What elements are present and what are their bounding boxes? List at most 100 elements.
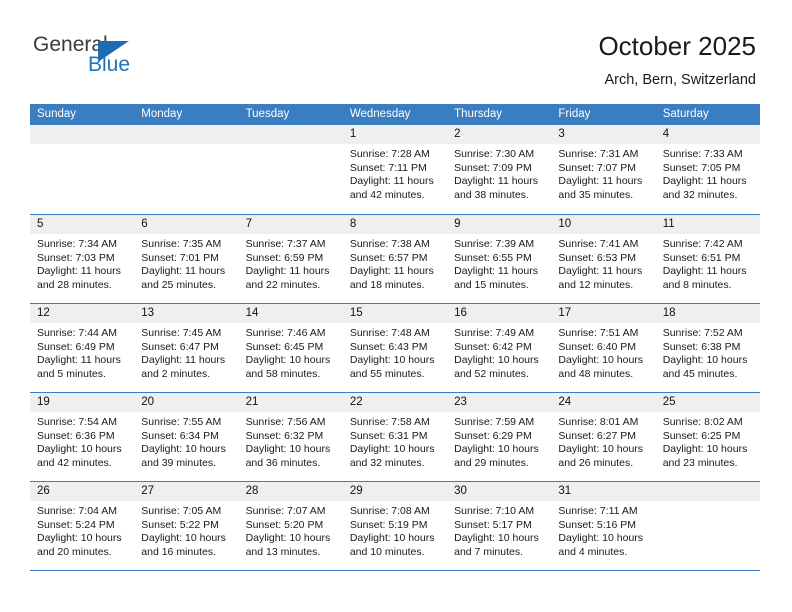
day-cell[interactable]: 17 Sunrise: 7:51 AM Sunset: 6:40 PM Dayligh… xyxy=(551,304,656,392)
day-cell[interactable]: 22 Sunrise: 7:58 AM Sunset: 6:31 PM Dayligh… xyxy=(342,393,448,481)
day-details: Sunrise: 7:33 AM Sunset: 7:05 PM Daylight:… xyxy=(656,144,760,202)
day-details: Sunrise: 7:46 AM Sunset: 6:45 PM Daylight:… xyxy=(239,323,343,381)
day-details: Sunrise: 7:54 AM Sunset: 6:36 PM Daylight:… xyxy=(30,412,134,470)
day-number: 27 xyxy=(134,482,239,501)
day-cell[interactable]: 16 Sunrise: 7:49 AM Sunset: 6:42 PM Dayligh… xyxy=(447,304,552,392)
day-number: 16 xyxy=(447,304,552,323)
day-cell[interactable]: 8 Sunrise: 7:38 AM Sunset: 6:57 PM Daylight… xyxy=(342,215,448,303)
sunrise-time: Sunrise: 7:49 AM xyxy=(454,327,535,339)
sunrise-time: Sunrise: 7:42 AM xyxy=(662,238,743,250)
sunset-time: Sunset: 5:19 PM xyxy=(349,518,428,531)
daylight-duration-line1: Daylight: 11 hours xyxy=(662,175,747,188)
day-cell[interactable]: 24 Sunrise: 8:01 AM Sunset: 6:27 PM Dayligh… xyxy=(551,393,656,481)
day-cell[interactable]: 1 Sunrise: 7:28 AM Sunset: 7:11 PM Daylight… xyxy=(342,125,448,214)
day-cell[interactable]: 26 Sunrise: 7:04 AM Sunset: 5:24 PM Dayligh… xyxy=(30,482,135,570)
daylight-duration-line1: Daylight: 10 hours xyxy=(141,443,226,456)
page-header: General Blue October 2025 Arch, Bern, Sw… xyxy=(0,0,792,100)
sunrise-time: Sunrise: 7:38 AM xyxy=(349,238,430,250)
day-details: Sunrise: 7:11 AM Sunset: 5:16 PM Daylight:… xyxy=(551,501,655,559)
sunrise-time: Sunrise: 7:08 AM xyxy=(349,505,430,517)
sunset-time: Sunset: 7:05 PM xyxy=(662,161,741,174)
sunset-time: Sunset: 7:01 PM xyxy=(141,251,219,264)
sunset-time: Sunset: 5:20 PM xyxy=(245,518,324,531)
day-cell[interactable]: 9 Sunrise: 7:39 AM Sunset: 6:55 PM Daylight… xyxy=(447,215,552,303)
daylight-duration-line1: Daylight: 11 hours xyxy=(558,175,643,188)
daylight-duration-line1: Daylight: 11 hours xyxy=(454,175,538,188)
day-number: 9 xyxy=(447,215,552,234)
sunrise-time: Sunrise: 7:59 AM xyxy=(454,416,535,428)
day-cell[interactable]: 10 Sunrise: 7:41 AM Sunset: 6:53 PM Dayligh… xyxy=(551,215,656,303)
day-number: 6 xyxy=(134,215,239,234)
day-cell[interactable]: 20 Sunrise: 7:55 AM Sunset: 6:34 PM Dayligh… xyxy=(134,393,239,481)
day-cell[interactable]: 15 Sunrise: 7:48 AM Sunset: 6:43 PM Dayligh… xyxy=(342,304,448,392)
day-cell[interactable]: 21 Sunrise: 7:56 AM Sunset: 6:32 PM Dayligh… xyxy=(238,393,343,481)
title-block: October 2025 Arch, Bern, Switzerland xyxy=(598,30,756,90)
sunset-time: Sunset: 6:51 PM xyxy=(662,251,741,264)
day-cell[interactable]: 6 Sunrise: 7:35 AM Sunset: 7:01 PM Daylight… xyxy=(134,215,239,303)
daylight-duration-line1: Daylight: 10 hours xyxy=(245,443,331,456)
day-cell[interactable]: 2 Sunrise: 7:30 AM Sunset: 7:09 PM Daylight… xyxy=(447,125,552,214)
day-number: 30 xyxy=(447,482,552,501)
day-number: 23 xyxy=(447,393,552,412)
sunrise-time: Sunrise: 7:51 AM xyxy=(558,327,639,339)
day-cell[interactable]: 18 Sunrise: 7:52 AM Sunset: 6:38 PM Dayligh… xyxy=(655,304,760,392)
day-details: Sunrise: 7:55 AM Sunset: 6:34 PM Daylight:… xyxy=(134,412,238,470)
day-cell[interactable]: 3 Sunrise: 7:31 AM Sunset: 7:07 PM Daylight… xyxy=(551,125,656,214)
day-cell[interactable]: 29 Sunrise: 7:08 AM Sunset: 5:19 PM Dayligh… xyxy=(342,482,448,570)
day-cell[interactable]: 11 Sunrise: 7:42 AM Sunset: 6:51 PM Dayligh… xyxy=(655,215,760,303)
sunset-time: Sunset: 6:49 PM xyxy=(37,340,115,353)
day-number: 19 xyxy=(30,393,135,412)
grid-bottom-border xyxy=(30,570,760,571)
sunset-time: Sunset: 6:59 PM xyxy=(245,251,324,264)
daylight-duration-line1: Daylight: 10 hours xyxy=(558,354,644,367)
sunset-time: Sunset: 6:29 PM xyxy=(454,429,532,442)
sunset-time: Sunset: 5:17 PM xyxy=(454,518,532,531)
daylight-duration-line2: and 38 minutes. xyxy=(454,188,529,201)
day-cell[interactable]: 14 Sunrise: 7:46 AM Sunset: 6:45 PM Dayligh… xyxy=(238,304,343,392)
daylight-duration-line1: Daylight: 11 hours xyxy=(662,265,747,278)
day-cell[interactable]: 12 Sunrise: 7:44 AM Sunset: 6:49 PM Dayligh… xyxy=(30,304,135,392)
daylight-duration-line2: and 29 minutes. xyxy=(454,456,529,469)
sunrise-time: Sunrise: 7:45 AM xyxy=(141,327,222,339)
sunrise-time: Sunrise: 7:30 AM xyxy=(454,148,535,160)
daylight-duration-line1: Daylight: 11 hours xyxy=(245,265,330,278)
sunrise-time: Sunrise: 7:44 AM xyxy=(37,327,117,339)
day-details: Sunrise: 7:30 AM Sunset: 7:09 PM Daylight:… xyxy=(447,144,551,202)
day-cell[interactable]: 23 Sunrise: 7:59 AM Sunset: 6:29 PM Dayligh… xyxy=(447,393,552,481)
day-details: Sunrise: 7:38 AM Sunset: 6:57 PM Daylight:… xyxy=(343,234,447,292)
day-number: 31 xyxy=(551,482,656,501)
day-number: 22 xyxy=(342,393,448,412)
day-cell[interactable]: 27 Sunrise: 7:05 AM Sunset: 5:22 PM Dayligh… xyxy=(134,482,239,570)
general-blue-logo[interactable]: General Blue xyxy=(33,34,213,84)
daylight-duration-line1: Daylight: 10 hours xyxy=(349,532,435,545)
daylight-duration-line2: and 42 minutes. xyxy=(349,188,425,201)
daylight-duration-line1: Daylight: 10 hours xyxy=(141,532,226,545)
day-cell[interactable]: 5 Sunrise: 7:34 AM Sunset: 7:03 PM Daylight… xyxy=(30,215,135,303)
day-number: 10 xyxy=(551,215,656,234)
day-cell[interactable]: 28 Sunrise: 7:07 AM Sunset: 5:20 PM Dayligh… xyxy=(238,482,343,570)
daylight-duration-line2: and 42 minutes. xyxy=(37,456,112,469)
day-number: 2 xyxy=(447,125,552,144)
day-cell[interactable]: 13 Sunrise: 7:45 AM Sunset: 6:47 PM Dayligh… xyxy=(134,304,239,392)
day-number: 29 xyxy=(342,482,448,501)
sunset-time: Sunset: 6:57 PM xyxy=(349,251,428,264)
daylight-duration-line1: Daylight: 11 hours xyxy=(141,354,226,367)
day-details: Sunrise: 7:52 AM Sunset: 6:38 PM Daylight:… xyxy=(656,323,760,381)
week-row: 19 Sunrise: 7:54 AM Sunset: 6:36 PM Dayligh… xyxy=(30,392,760,481)
daylight-duration-line1: Daylight: 11 hours xyxy=(558,265,643,278)
day-cell[interactable]: 25 Sunrise: 8:02 AM Sunset: 6:25 PM Dayligh… xyxy=(655,393,760,481)
weekday-header-row: Sunday Monday Tuesday Wednesday Thursday Frid… xyxy=(30,104,760,125)
day-details: Sunrise: 7:59 AM Sunset: 6:29 PM Daylight:… xyxy=(447,412,551,470)
sunrise-time: Sunrise: 8:01 AM xyxy=(558,416,639,428)
daylight-duration-line2: and 52 minutes. xyxy=(454,367,529,380)
sunrise-time: Sunrise: 7:31 AM xyxy=(558,148,639,160)
day-cell[interactable]: 7 Sunrise: 7:37 AM Sunset: 6:59 PM Daylight… xyxy=(238,215,343,303)
day-cell[interactable]: 31 Sunrise: 7:11 AM Sunset: 5:16 PM Dayligh… xyxy=(551,482,656,570)
daylight-duration-line1: Daylight: 10 hours xyxy=(454,532,539,545)
sunset-time: Sunset: 6:43 PM xyxy=(349,340,428,353)
day-number: 17 xyxy=(551,304,656,323)
day-cell[interactable]: 30 Sunrise: 7:10 AM Sunset: 5:17 PM Dayligh… xyxy=(447,482,552,570)
day-details: Sunrise: 7:58 AM Sunset: 6:31 PM Daylight:… xyxy=(343,412,447,470)
day-cell[interactable]: 19 Sunrise: 7:54 AM Sunset: 6:36 PM Dayligh… xyxy=(30,393,135,481)
day-cell[interactable]: 4 Sunrise: 7:33 AM Sunset: 7:05 PM Daylight… xyxy=(655,125,760,214)
